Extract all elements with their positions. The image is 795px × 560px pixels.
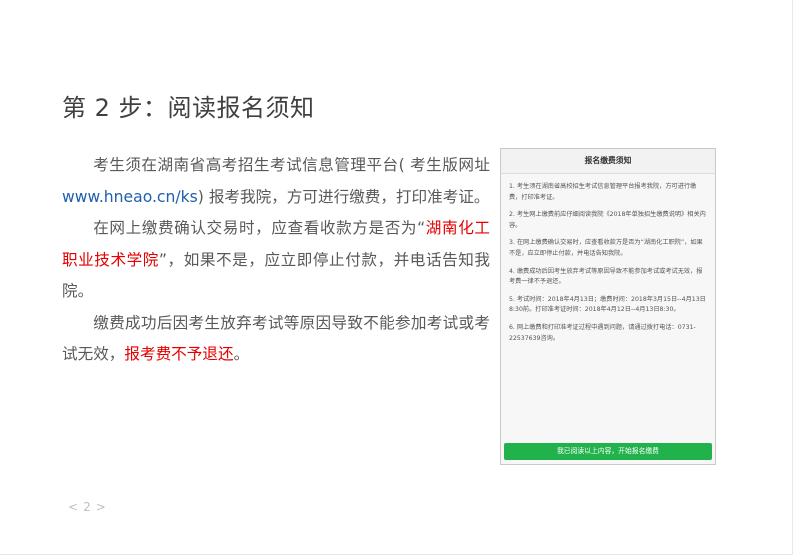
notice-item: 1. 考生须在湖南省高校招生考试信息管理平台报考我院，方可进行缴费，打印准考证。 xyxy=(509,183,697,201)
paragraph-platform-tail: ) 报考我院，方可进行缴费，打印准考证。 xyxy=(197,187,490,206)
paragraph-refund-tail: 。 xyxy=(233,345,250,363)
notice-item: 3. 在网上缴费确认交易时，应查看收款方是否为“湖南化工职院”，如果不是，应立即… xyxy=(509,239,703,257)
payment-notice-screenshot: 报名缴费须知 1. 考生须在湖南省高校招生考试信息管理平台报考我院，方可进行缴费… xyxy=(500,148,716,465)
next-page-icon[interactable]: > xyxy=(96,500,106,514)
notice-item: 5. 考试时间：2018年4月13日；缴费时间：2018年3月15日--4月13… xyxy=(509,295,706,314)
no-refund-highlight: 报考费不予退还 xyxy=(124,345,234,363)
instructions-text: 考生须在湖南省高考招生考试信息管理平台( 考生版网址 www.hneao.cn/k… xyxy=(62,150,490,371)
platform-url-link[interactable]: www.hneao.cn/ks xyxy=(62,188,198,206)
notice-item: 6. 网上缴费和打印准考证过程中遇到问题，请通过拨打电话：0731-225376… xyxy=(509,323,696,342)
page-number: <2 > xyxy=(68,500,106,514)
paragraph-refund: 缴费成功后因考生放弃考试等原因导致不能参加考试或考试无效，报考费不予退还。 xyxy=(62,308,490,371)
notice-item: 2. 考生网上缴费前应仔细阅读我院《2018年单独招生缴费说明》相关内容。 xyxy=(509,211,706,229)
paragraph-payment-text: 在网上缴费确认交易时，应查看收款方是否为 xyxy=(93,219,418,237)
paragraph-payment-check: 在网上缴费确认交易时，应查看收款方是否为“湖南化工职业技术学院”，如果不是，应立… xyxy=(62,219,490,300)
paragraph-platform-text: 考生须在湖南省高考招生考试信息管理平台( 考生版网址 xyxy=(93,156,490,174)
start-payment-button[interactable]: 我已阅读以上内容，开始报名缴费 xyxy=(504,443,712,460)
page-number-value: 2 xyxy=(83,500,91,514)
notice-list: 1. 考生须在湖南省高校招生考试信息管理平台报考我院，方可进行缴费，打印准考证。… xyxy=(501,174,715,344)
notice-title: 报名缴费须知 xyxy=(501,149,715,174)
step-heading: 第 2 步：阅读报名须知 xyxy=(62,94,315,122)
notice-item: 4. 缴费成功后因考生放弃考试等原因导致不能参加考试或考试无效，报考费一律不予退… xyxy=(509,267,703,286)
prev-page-icon[interactable]: < xyxy=(68,500,78,514)
paragraph-platform: 考生须在湖南省高考招生考试信息管理平台( 考生版网址 www.hneao.cn/k… xyxy=(62,150,490,213)
